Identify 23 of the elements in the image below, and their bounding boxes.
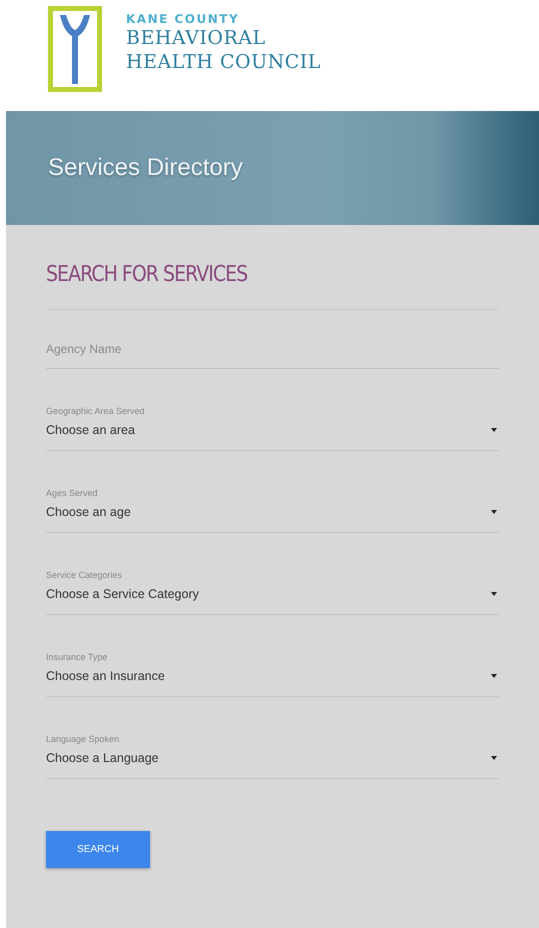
caret-icon: [491, 510, 497, 514]
dropdown-select[interactable]: Choose an age: [46, 499, 499, 533]
search-button[interactable]: SEARCH: [46, 831, 150, 868]
dropdown-select[interactable]: Choose a Language: [46, 745, 499, 779]
logo-title: BEHAVIORAL: [126, 26, 267, 50]
field-label: Insurance Type: [46, 651, 108, 663]
page-title: Services Directory: [48, 154, 243, 182]
field-label: Geographic Area Served: [46, 405, 146, 417]
field-label: Language Spoken: [46, 733, 120, 745]
section-heading: SEARCH FOR SERVICES: [46, 260, 248, 289]
logo-title: HEALTH COUNCIL: [126, 50, 321, 74]
caret-icon: [491, 428, 497, 432]
logo-tagline: KANE COUNTY: [126, 12, 240, 26]
dropdown-select[interactable]: Choose an area: [46, 417, 499, 451]
caret-icon: [491, 674, 497, 678]
logo-icon: [48, 6, 102, 92]
field-label: Service Categories: [46, 569, 124, 581]
caret-icon: [491, 592, 497, 596]
dropdown-select[interactable]: Choose an Insurance: [46, 663, 499, 697]
agency-name-field[interactable]: Agency Name: [46, 336, 499, 369]
field-label: Ages Served: [46, 487, 99, 499]
dropdown-select[interactable]: Choose a Service Category: [46, 581, 499, 615]
caret-icon: [491, 756, 497, 760]
